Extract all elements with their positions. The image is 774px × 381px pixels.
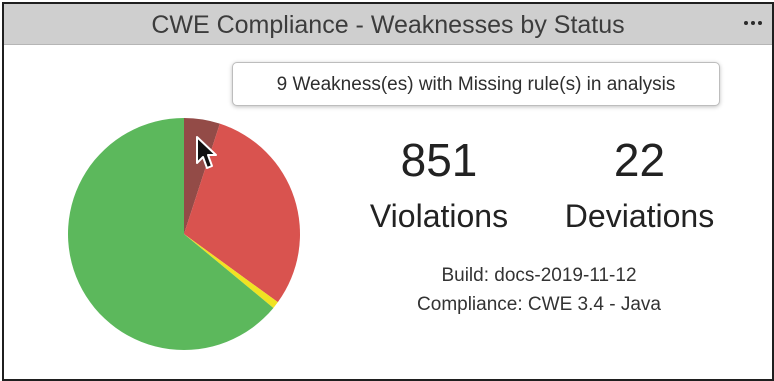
menu-dot xyxy=(744,21,748,25)
more-horizontal-icon[interactable] xyxy=(740,14,766,32)
deviations-count: 22 xyxy=(613,134,666,186)
build-info: Build: docs-2019-11-12 xyxy=(441,265,637,286)
violations-label: Violations xyxy=(369,198,509,234)
widget-title: CWE Compliance - Weaknesses by Status xyxy=(151,11,625,39)
menu-dot xyxy=(751,21,755,25)
violations-stat[interactable]: 851 Violations xyxy=(354,134,524,236)
missing-rules-tooltip: 9 Weakness(es) with Missing rule(s) in a… xyxy=(232,62,720,106)
mouse-pointer-icon xyxy=(196,136,217,169)
violations-count: 851 xyxy=(400,134,478,186)
weakness-status-pie-chart[interactable] xyxy=(66,116,302,352)
deviations-stat[interactable]: 22 Deviations xyxy=(552,134,727,236)
menu-dot xyxy=(758,21,762,25)
cwe-compliance-widget: CWE Compliance - Weaknesses by Status 9 … xyxy=(2,2,774,381)
compliance-info: Compliance: CWE 3.4 - Java xyxy=(417,294,661,315)
deviations-label: Deviations xyxy=(564,198,715,234)
widget-header: CWE Compliance - Weaknesses by Status xyxy=(4,4,772,45)
